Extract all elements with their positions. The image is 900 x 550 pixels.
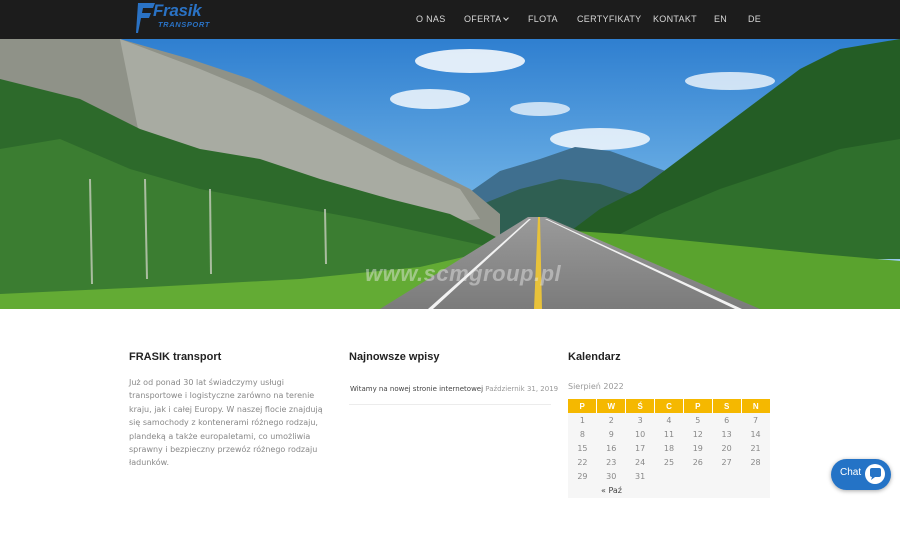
logo[interactable]: Frasik TRANSPORT [134, 1, 214, 37]
calendar-day: 17 [635, 443, 646, 453]
calendar-day: 31 [635, 472, 646, 482]
calendar-day: 7 [752, 415, 759, 425]
about-text: Już od ponad 30 lat świadczymy usługi tr… [129, 378, 323, 468]
calendar-day: 21 [750, 443, 761, 453]
calendar-day: 24 [635, 458, 646, 468]
chat-button[interactable]: Chat [831, 459, 891, 490]
nav-item-o-nas[interactable]: O NAS [416, 0, 446, 39]
calendar: P W Ś C P S N 1 2 3 4 5 6 7 8 9 10 11 12… [568, 399, 770, 498]
calendar-day: 2 [608, 415, 614, 425]
calendar-day: 20 [721, 443, 732, 453]
recent-posts-title: Najnowsze wpisy [349, 351, 440, 363]
calendar-day: 11 [663, 429, 675, 439]
logo-subtitle: TRANSPORT [158, 20, 210, 29]
recent-post-item[interactable]: Witamy na nowej stronie internetowej Paź… [350, 385, 558, 393]
calendar-week-row: 22 23 24 25 26 27 28 [568, 456, 770, 470]
calendar-day: 23 [606, 458, 617, 468]
calendar-day: 13 [721, 429, 732, 439]
calendar-day: 9 [608, 429, 614, 439]
calendar-week-row: 15 16 17 18 19 20 21 [568, 441, 770, 455]
calendar-day: 27 [721, 458, 732, 468]
calendar-day: 18 [663, 443, 675, 453]
calendar-day: 1 [579, 415, 585, 425]
calendar-day: 3 [637, 415, 643, 425]
calendar-title: Kalendarz [568, 351, 621, 363]
weekday-label: P [568, 399, 598, 413]
calendar-day: 28 [750, 458, 761, 468]
weekday-label: N [741, 399, 770, 413]
calendar-day: 8 [579, 429, 585, 439]
calendar-prev-month-link[interactable]: « Paź [568, 484, 770, 498]
calendar-day: 30 [606, 472, 617, 482]
chat-bubble-icon [865, 464, 885, 484]
hero-watermark: www.scmgroup.pl [365, 261, 562, 286]
weekday-label: Ś [625, 399, 656, 413]
calendar-day: 19 [692, 443, 703, 453]
calendar-day [712, 470, 741, 484]
nav-item-flota[interactable]: FLOTA [528, 0, 558, 39]
calendar-day [741, 470, 770, 484]
chevron-down-icon [503, 15, 510, 21]
calendar-day: 15 [577, 443, 588, 453]
calendar-day: 22 [577, 458, 588, 468]
calendar-day: 12 [692, 429, 703, 439]
calendar-day: 25 [663, 458, 675, 468]
calendar-week-row: 1 2 3 4 5 6 7 [568, 413, 770, 427]
language-en[interactable]: EN [714, 0, 727, 39]
calendar-day [683, 470, 712, 484]
nav-item-oferta[interactable]: OFERTA [464, 0, 510, 39]
calendar-day: 29 [577, 472, 588, 482]
weekday-label: P [683, 399, 713, 413]
nav-item-certyfikaty[interactable]: CERTYFIKATY [577, 0, 641, 39]
weekday-label: S [712, 399, 742, 413]
calendar-weekday-row: P W Ś C P S N [568, 399, 770, 413]
calendar-day: 4 [666, 415, 672, 425]
calendar-day: 5 [695, 415, 701, 425]
calendar-day: 14 [750, 429, 761, 439]
calendar-day: 16 [606, 443, 617, 453]
language-de[interactable]: DE [748, 0, 761, 39]
weekday-label: W [596, 399, 627, 413]
calendar-day: 6 [724, 415, 730, 425]
weekday-label: C [654, 399, 684, 413]
top-navbar: Frasik TRANSPORT O NAS OFERTA FLOTA CERT… [0, 0, 900, 39]
nav-item-kontakt[interactable]: KONTAKT [653, 0, 697, 39]
calendar-week-row: 8 9 10 11 12 13 14 [568, 427, 770, 441]
calendar-week-row: 29 30 31 [568, 470, 770, 484]
calendar-day: 26 [692, 458, 703, 468]
about-title: FRASIK transport [129, 351, 222, 363]
calendar-caption: Sierpień 2022 [568, 382, 624, 391]
logo-title: Frasik [153, 1, 202, 20]
divider [349, 404, 551, 405]
recent-post-date: Październik 31, 2019 [485, 385, 559, 393]
nav-item-oferta-label: OFERTA [464, 14, 502, 24]
calendar-day: 10 [635, 429, 646, 439]
calendar-day [655, 470, 684, 484]
hero-image: www.scmgroup.pl [0, 39, 900, 309]
recent-post-title[interactable]: Witamy na nowej stronie internetowej [350, 385, 483, 393]
chat-label: Chat [840, 467, 862, 478]
